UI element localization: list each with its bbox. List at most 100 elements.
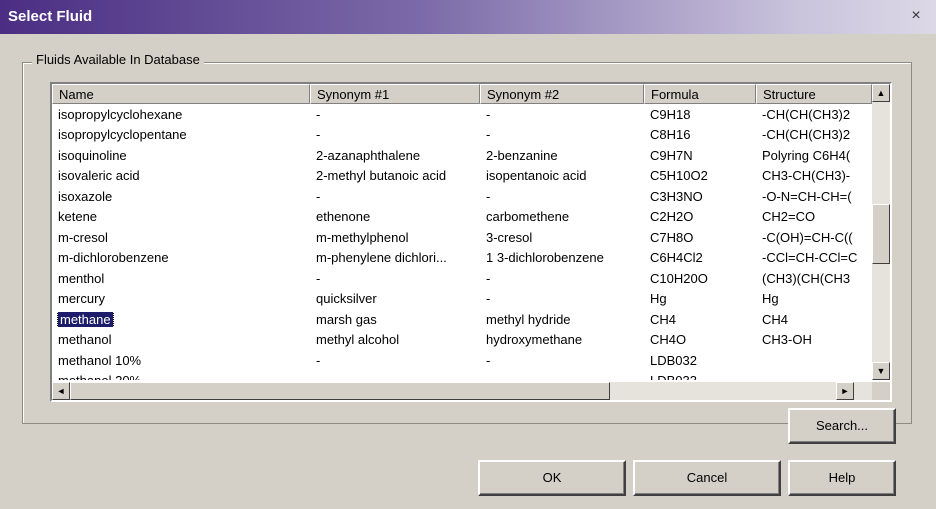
cell-text: - bbox=[316, 373, 320, 380]
cell-text: -C(OH)=CH-C(( bbox=[762, 229, 853, 245]
table-cell: methane bbox=[52, 311, 310, 327]
table-row[interactable]: m-dichlorobenzene m-phenylene dichlori...… bbox=[52, 248, 872, 269]
scroll-corner bbox=[872, 382, 890, 400]
cell-text: CH2=CO bbox=[762, 209, 816, 225]
scroll-left-icon[interactable]: ◄ bbox=[52, 382, 70, 400]
column-header-synonym1[interactable]: Synonym #1 bbox=[310, 84, 480, 104]
table-cell: menthol bbox=[52, 271, 310, 286]
column-header-formula[interactable]: Formula bbox=[644, 84, 756, 104]
table-row[interactable]: isopropylcyclopentane - - C8H16 -CH(CH(CH3)2 bbox=[52, 125, 872, 146]
cell-text: Hg bbox=[762, 291, 779, 307]
horizontal-scroll-thumb[interactable] bbox=[70, 382, 610, 400]
search-button[interactable]: Search... bbox=[788, 408, 896, 444]
table-cell: isopropylcyclohexane bbox=[52, 107, 310, 122]
cell-text: - bbox=[316, 127, 321, 143]
cell-text: hydroxymethane bbox=[486, 332, 583, 348]
scroll-right-icon[interactable]: ► bbox=[836, 382, 854, 400]
cell-text: 2-azanaphthalene bbox=[316, 147, 421, 163]
cell-text: menthol bbox=[58, 270, 105, 286]
cell-text: - bbox=[486, 373, 490, 380]
table-row[interactable]: isopropylcyclohexane - - C9H18 -CH(CH(CH3)2 bbox=[52, 104, 872, 125]
cell-text: -O-N=CH-CH=( bbox=[762, 188, 852, 204]
table-cell: CH3-OH bbox=[756, 332, 872, 347]
cell-text: LDB032 bbox=[650, 352, 697, 368]
cell-text: - bbox=[486, 352, 491, 368]
table-row[interactable]: methanol 10% - - LDB032 bbox=[52, 350, 872, 371]
scroll-down-icon[interactable]: ▼ bbox=[872, 362, 890, 380]
cell-text: isopropylcyclohexane bbox=[58, 106, 183, 122]
cell-text: isopentanoic acid bbox=[486, 168, 587, 184]
help-button[interactable]: Help bbox=[788, 460, 896, 496]
table-row[interactable]: menthol - - C10H20O (CH3)(CH(CH3 bbox=[52, 268, 872, 289]
table-cell: isopentanoic acid bbox=[480, 168, 644, 183]
cell-text: 3-cresol bbox=[486, 229, 533, 245]
table-row[interactable]: isoxazole - - C3H3NO -O-N=CH-CH=( bbox=[52, 186, 872, 207]
cell-text: mercury bbox=[58, 291, 105, 307]
table-cell: methanol 10% bbox=[52, 353, 310, 368]
table-cell: -CH(CH(CH3)2 bbox=[756, 107, 872, 122]
cancel-button[interactable]: Cancel bbox=[633, 460, 781, 496]
table-cell: C7H8O bbox=[644, 230, 756, 245]
horizontal-scrollbar[interactable]: ◄ ► bbox=[52, 382, 872, 400]
table-cell: isovaleric acid bbox=[52, 168, 310, 183]
cell-text: - bbox=[486, 127, 491, 143]
table-row[interactable]: isoquinoline 2-azanaphthalene 2-benzanine C… bbox=[52, 145, 872, 166]
column-header-name[interactable]: Name bbox=[52, 84, 310, 104]
cell-text: ketene bbox=[58, 209, 98, 225]
table-row[interactable]: methanol methyl alcohol hydroxymethane CH4O… bbox=[52, 330, 872, 351]
table-cell: m-phenylene dichlori... bbox=[310, 250, 480, 265]
table-cell: 2-benzanine bbox=[480, 148, 644, 163]
table-cell: isopropylcyclopentane bbox=[52, 127, 310, 142]
table-cell: 3-cresol bbox=[480, 230, 644, 245]
table-cell: - bbox=[310, 373, 480, 380]
table-cell: C6H4Cl2 bbox=[644, 250, 756, 265]
cell-text: methane bbox=[57, 311, 114, 327]
cell-text: C2H2O bbox=[650, 209, 694, 225]
vertical-scrollbar[interactable]: ▲ ▼ bbox=[872, 84, 890, 380]
table-cell: isoxazole bbox=[52, 189, 310, 204]
table-cell: ethenone bbox=[310, 209, 480, 224]
table-row[interactable]: methane marsh gas methyl hydride CH4 CH4 bbox=[52, 309, 872, 330]
title-bar: Select Fluid × bbox=[0, 0, 936, 34]
group-label: Fluids Available In Database bbox=[32, 52, 204, 67]
cell-text: CH3-CH(CH3)- bbox=[762, 168, 851, 184]
table-cell: C2H2O bbox=[644, 209, 756, 224]
table-row[interactable]: ketene ethenone carbomethene C2H2O CH2=CO bbox=[52, 207, 872, 228]
cell-text: CH3-OH bbox=[762, 332, 812, 348]
table-cell: hydroxymethane bbox=[480, 332, 644, 347]
cell-text: CH4O bbox=[650, 332, 687, 348]
cell-text: methyl alcohol bbox=[316, 332, 400, 348]
column-header-structure[interactable]: Structure bbox=[756, 84, 872, 104]
table-cell: - bbox=[480, 271, 644, 286]
table-row[interactable]: methanol 20% - - LDB033 bbox=[52, 371, 872, 380]
ok-button[interactable]: OK bbox=[478, 460, 626, 496]
cell-text: C10H20O bbox=[650, 270, 708, 286]
scroll-up-icon[interactable]: ▲ bbox=[872, 84, 890, 102]
table-cell: - bbox=[480, 107, 644, 122]
table-row[interactable]: isovaleric acid 2-methyl butanoic acid iso… bbox=[52, 166, 872, 187]
column-header-synonym2[interactable]: Synonym #2 bbox=[480, 84, 644, 104]
table-row[interactable]: mercury quicksilver - Hg Hg bbox=[52, 289, 872, 310]
window-title: Select Fluid bbox=[8, 8, 93, 25]
cell-text: m-phenylene dichlori... bbox=[316, 250, 447, 266]
fluids-list[interactable]: Name Synonym #1 Synonym #2 Formula Struc… bbox=[50, 82, 892, 402]
close-icon[interactable]: × bbox=[906, 6, 926, 26]
cell-text: - bbox=[486, 188, 491, 204]
table-cell: - bbox=[480, 291, 644, 306]
table-cell: C9H7N bbox=[644, 148, 756, 163]
cell-text: isopropylcyclopentane bbox=[58, 127, 187, 143]
table-cell: methanol 20% bbox=[52, 373, 310, 380]
cell-text: Polyring C6H4( bbox=[762, 147, 851, 163]
table-cell: carbomethene bbox=[480, 209, 644, 224]
cell-text: 1 3-dichlorobenzene bbox=[486, 250, 604, 266]
list-rows: isopropylcyclohexane - - C9H18 -CH(CH(CH3)2 i… bbox=[52, 104, 872, 380]
vertical-scroll-thumb[interactable] bbox=[872, 204, 890, 264]
table-row[interactable]: m-cresol m-methylphenol 3-cresol C7H8O -C(OH… bbox=[52, 227, 872, 248]
cell-text: - bbox=[316, 352, 321, 368]
cell-text: - bbox=[486, 270, 491, 286]
table-cell: mercury bbox=[52, 291, 310, 306]
table-cell: C10H20O bbox=[644, 271, 756, 286]
table-cell: C3H3NO bbox=[644, 189, 756, 204]
table-cell: -CCl=CH-CCl=C bbox=[756, 250, 872, 265]
cell-text: - bbox=[486, 291, 491, 307]
